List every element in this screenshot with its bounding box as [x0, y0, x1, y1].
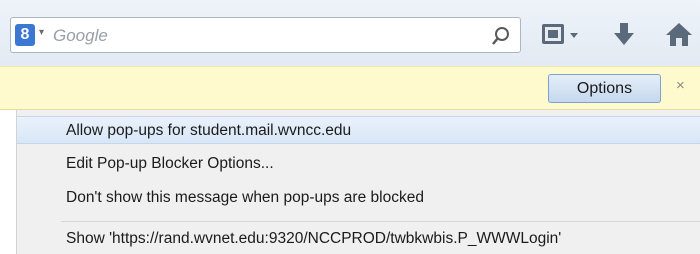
browser-toolbar: 8 ▾ Google — [0, 0, 700, 66]
search-engine-icon[interactable]: 8 — [15, 24, 35, 46]
search-input[interactable]: Google — [53, 26, 108, 46]
menu-gutter — [0, 110, 16, 254]
magnifier-icon[interactable] — [489, 24, 513, 48]
menu-item-label: Edit Pop-up Blocker Options... — [66, 155, 274, 172]
options-menu: Allow pop-ups for student.mail.wvncc.edu… — [16, 110, 700, 254]
home-icon[interactable] — [664, 20, 694, 48]
menu-item-dont-show-message[interactable]: Don't show this message when pop-ups are… — [17, 184, 700, 212]
menu-item-label: Don't show this message when pop-ups are… — [66, 189, 424, 206]
download-icon[interactable] — [610, 20, 638, 48]
options-button[interactable]: Options — [548, 74, 661, 103]
close-icon[interactable]: × — [676, 77, 685, 94]
bookmarks-icon[interactable] — [540, 20, 584, 48]
menu-item-show-popup-url[interactable]: Show 'https://rand.wvnet.edu:9320/NCCPRO… — [17, 225, 700, 253]
popup-blocked-notification-bar: Options × — [0, 66, 700, 110]
menu-item-label: Allow pop-ups for student.mail.wvncc.edu — [66, 122, 352, 139]
search-bar[interactable]: 8 ▾ Google — [10, 17, 521, 53]
engine-dropdown-caret-icon[interactable]: ▾ — [39, 27, 44, 38]
menu-item-label: Show 'https://rand.wvnet.edu:9320/NCCPRO… — [66, 230, 562, 247]
menu-item-allow-popups[interactable]: Allow pop-ups for student.mail.wvncc.edu — [17, 116, 700, 144]
menu-separator — [61, 221, 700, 222]
menu-item-edit-blocker-options[interactable]: Edit Pop-up Blocker Options... — [17, 150, 700, 178]
